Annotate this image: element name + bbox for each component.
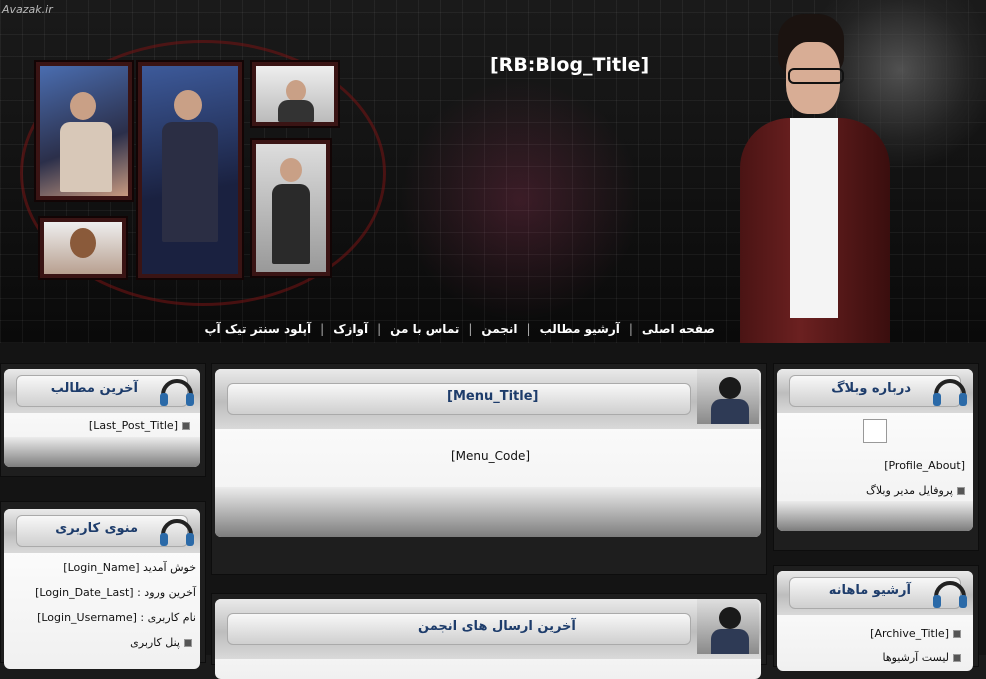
menu-title: [Menu_Title] [447, 389, 539, 404]
welcome-line: خوش آمدید [Login_Name] [63, 561, 196, 574]
forum-box: آخرین ارسال های انجمن [215, 599, 761, 679]
about-title: درباره وبلاگ [831, 381, 911, 396]
user-panel-link[interactable]: پنل کاربری [130, 636, 180, 649]
profile-about: [Profile_About] [884, 459, 965, 472]
collage-photo-3 [252, 62, 338, 126]
avatar [697, 369, 759, 424]
blog-title[interactable]: [RB:Blog_Title] [490, 54, 649, 76]
bullet-icon [957, 487, 965, 495]
nav-avazak[interactable]: آوازک [324, 322, 377, 336]
menu-box: [Menu_Title] [Menu_Code] [215, 369, 761, 537]
last-login-label: آخرین ورود : [137, 586, 196, 599]
username-value: [Login_Username] [37, 611, 137, 624]
main-navigation: صفحه اصلی | آرشیو مطالب | انجمن | تماس ب… [196, 322, 725, 336]
content-area: آخرین مطالب [Last_Post_Title] منوی کاربر… [0, 343, 986, 679]
watermark: Avazak.ir [2, 3, 53, 16]
box-footer [4, 437, 200, 467]
archive-list-link[interactable]: لیست آرشیوها [882, 651, 949, 664]
nav-contact[interactable]: تماس با من [381, 322, 468, 336]
left-panel-latest-posts: آخرین مطالب [Last_Post_Title] [0, 363, 206, 477]
user-menu-box: منوی کاربری خوش آمدید [Login_Name] آخرین… [4, 509, 200, 669]
collage-photo-4 [252, 140, 330, 276]
user-menu-title: منوی کاربری [55, 521, 138, 536]
headphones-icon [160, 379, 194, 406]
bullet-icon [953, 630, 961, 638]
right-panel-archive: آرشیو ماهانه [Archive_Title] لیست آرشیوه… [773, 565, 979, 671]
archive-box: آرشیو ماهانه [Archive_Title] لیست آرشیوه… [777, 571, 973, 671]
headphones-icon [933, 379, 967, 406]
latest-posts-box: آخرین مطالب [Last_Post_Title] [4, 369, 200, 467]
username-line: نام کاربری : [Login_Username] [37, 611, 196, 624]
username-label: نام کاربری : [140, 611, 196, 624]
about-box: درباره وبلاگ [Profile_About] پروفایل مدی… [777, 369, 973, 531]
user-panel-item[interactable]: پنل کاربری [130, 636, 196, 649]
last-login-value: [Login_Date_Last] [35, 586, 134, 599]
header-portrait [730, 0, 930, 343]
box-footer [215, 487, 761, 537]
nav-home[interactable]: صفحه اصلی [633, 322, 724, 336]
avatar [697, 599, 759, 654]
menu-code: [Menu_Code] [451, 449, 531, 463]
nav-forum[interactable]: انجمن [472, 322, 526, 336]
profile-image [863, 419, 887, 443]
collage-photo-2 [138, 62, 242, 278]
archive-title: آرشیو ماهانه [828, 583, 911, 598]
admin-profile-item[interactable]: پروفایل مدیر وبلاگ [866, 484, 969, 497]
center-panel-forum: آخرین ارسال های انجمن [211, 593, 767, 679]
left-panel-user-menu: منوی کاربری خوش آمدید [Login_Name] آخرین… [0, 501, 206, 669]
nav-archive[interactable]: آرشیو مطالب [531, 322, 629, 336]
archive-list-item[interactable]: لیست آرشیوها [882, 651, 965, 664]
box-footer [777, 501, 973, 531]
login-name: [Login_Name] [63, 561, 140, 574]
forum-title: آخرین ارسال های انجمن [418, 619, 576, 634]
headphones-icon [160, 519, 194, 546]
latest-posts-title: آخرین مطالب [50, 381, 138, 396]
latest-post-link[interactable]: [Last_Post_Title] [89, 419, 178, 432]
headphones-icon [933, 581, 967, 608]
center-panel-menu: [Menu_Title] [Menu_Code] [211, 363, 767, 575]
bullet-icon [184, 639, 192, 647]
archive-link[interactable]: [Archive_Title] [870, 627, 949, 640]
welcome-label: خوش آمدید [143, 561, 196, 574]
nav-upload-center[interactable]: آپلود سنتر تیک آپ [196, 322, 321, 336]
bullet-icon [953, 654, 961, 662]
last-login-line: آخرین ورود : [Login_Date_Last] [35, 586, 196, 599]
admin-profile-link[interactable]: پروفایل مدیر وبلاگ [866, 484, 953, 497]
archive-item[interactable]: [Archive_Title] [870, 627, 965, 640]
collage-photo-5 [40, 218, 126, 278]
right-panel-about: درباره وبلاگ [Profile_About] پروفایل مدی… [773, 363, 979, 551]
header-banner: Avazak.ir [RB:Blog_Title] صفحه اصلی | آر… [0, 0, 986, 343]
bullet-icon [182, 422, 190, 430]
latest-post-item[interactable]: [Last_Post_Title] [89, 419, 194, 432]
collage-photo-1 [36, 62, 132, 200]
